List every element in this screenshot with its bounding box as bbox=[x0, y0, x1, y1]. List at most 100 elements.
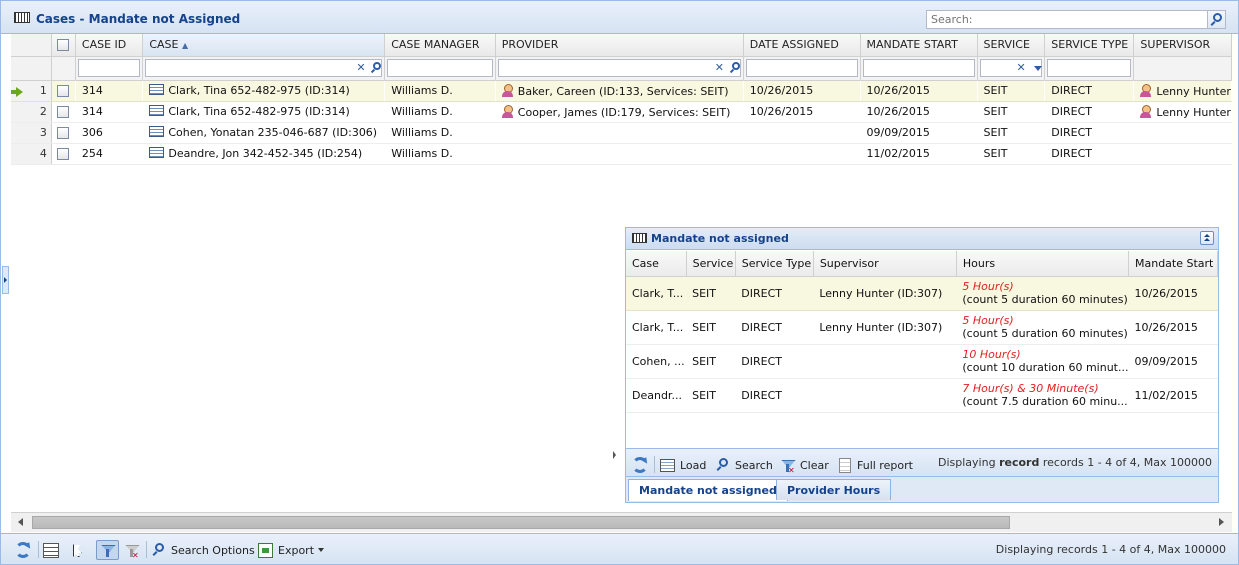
col-service[interactable]: SERVICE bbox=[977, 34, 1046, 57]
filter-supervisor-cell bbox=[1133, 56, 1232, 81]
list-item[interactable]: Deandr... SEIT DIRECT 7 Hour(s) & 30 Min… bbox=[626, 378, 1218, 413]
columns-button[interactable] bbox=[43, 540, 59, 560]
filter-service-input[interactable]: ✕ bbox=[979, 59, 1043, 77]
sub-cell-mandate-start: 10/26/2015 bbox=[1128, 310, 1218, 345]
filter-case-input[interactable]: ✕ bbox=[145, 59, 383, 77]
sub-col-service[interactable]: Service bbox=[686, 251, 736, 277]
col-case-manager[interactable]: CASE MANAGER bbox=[384, 34, 496, 57]
search-options-button[interactable]: Search Options bbox=[152, 540, 255, 560]
table-row[interactable]: 3 306 Cohen, Yonatan 235-046-687 (ID:306… bbox=[11, 122, 1232, 144]
row-select[interactable] bbox=[51, 143, 76, 165]
cell-provider[interactable]: Cooper, James (ID:179, Services: SEIT) bbox=[495, 101, 744, 123]
col-service-type[interactable]: SERVICE TYPE bbox=[1044, 34, 1135, 57]
col-supervisor[interactable]: SUPERVISOR bbox=[1133, 34, 1232, 57]
export-button[interactable]: Export bbox=[258, 540, 325, 560]
filter-date-assigned-input[interactable] bbox=[745, 59, 858, 77]
row-number: 1 bbox=[11, 80, 52, 102]
sub-cell-hours: 7 Hour(s) & 30 Minute(s) (count 7.5 durat… bbox=[956, 378, 1129, 413]
row-select[interactable] bbox=[51, 101, 76, 123]
load-button[interactable]: Load bbox=[660, 455, 706, 475]
col-mandate-start[interactable]: MANDATE START bbox=[860, 34, 978, 57]
scrollbar-thumb[interactable] bbox=[32, 516, 1010, 529]
current-row-arrow-icon bbox=[11, 86, 23, 97]
clear-button[interactable]: ✕ Clear bbox=[780, 455, 829, 475]
row-number: 3 bbox=[11, 122, 52, 144]
filter-toggle-button[interactable] bbox=[96, 540, 119, 560]
collapse-icon[interactable] bbox=[1200, 231, 1214, 245]
clear-filter-icon[interactable]: ✕ bbox=[356, 61, 365, 74]
full-report-button[interactable]: Full report bbox=[839, 455, 913, 475]
filter-provider-input[interactable]: ✕ bbox=[497, 59, 741, 77]
sub-col-hours[interactable]: Hours bbox=[956, 251, 1129, 277]
tab-mandate-not-assigned[interactable]: Mandate not assigned bbox=[628, 479, 788, 501]
scroll-right-icon[interactable] bbox=[1219, 518, 1224, 526]
subpanel-refresh-button[interactable] bbox=[632, 455, 648, 475]
row-number: 2 bbox=[11, 101, 52, 123]
west-collapse-handle[interactable] bbox=[2, 266, 9, 294]
row-checkbox[interactable] bbox=[56, 148, 69, 160]
col-provider[interactable]: PROVIDER bbox=[495, 34, 744, 57]
filter-case-manager-input[interactable] bbox=[387, 59, 493, 77]
row-select[interactable] bbox=[51, 80, 76, 102]
cell-case[interactable]: Cohen, Yonatan 235-046-687 (ID:306) bbox=[142, 122, 386, 144]
filter-search-icon[interactable] bbox=[373, 62, 382, 70]
row-select[interactable] bbox=[51, 122, 76, 144]
grid-icon bbox=[632, 233, 647, 243]
search-button[interactable] bbox=[1207, 11, 1225, 28]
filter-mandate-start-input[interactable] bbox=[862, 59, 975, 77]
cell-date-assigned: 10/26/2015 bbox=[743, 101, 861, 123]
clear-filters-button[interactable]: ✕ bbox=[124, 540, 139, 560]
row-checkbox[interactable] bbox=[56, 85, 69, 97]
select-mode-button[interactable] bbox=[69, 540, 85, 560]
list-item[interactable]: Clark, T... SEIT DIRECT Lenny Hunter (ID… bbox=[626, 310, 1218, 345]
select-all-header[interactable] bbox=[51, 34, 76, 57]
row-checkbox[interactable] bbox=[56, 127, 69, 139]
person-icon bbox=[501, 104, 513, 118]
col-case-id[interactable]: CASE ID bbox=[75, 34, 144, 57]
col-case[interactable]: CASE ▲ bbox=[142, 34, 386, 57]
filter-icon bbox=[100, 543, 115, 558]
sub-cell-service-type: DIRECT bbox=[735, 344, 814, 379]
scroll-left-icon[interactable] bbox=[18, 518, 23, 526]
filter-case-id-input[interactable] bbox=[77, 59, 141, 77]
col-date-assigned[interactable]: DATE ASSIGNED bbox=[743, 34, 861, 57]
cell-supervisor bbox=[1133, 122, 1232, 144]
list-item[interactable]: Cohen, ... SEIT DIRECT 10 Hour(s) (count … bbox=[626, 344, 1218, 379]
row-checkbox[interactable] bbox=[56, 106, 69, 118]
sub-col-service-type[interactable]: Service Type bbox=[735, 251, 814, 277]
cell-provider[interactable]: Baker, Careen (ID:133, Services: SEIT) bbox=[495, 80, 744, 102]
sub-col-mandate-start[interactable]: Mandate Start bbox=[1128, 251, 1219, 277]
filter-search-icon[interactable] bbox=[731, 62, 740, 70]
cell-case[interactable]: Clark, Tina 652-482-975 (ID:314) bbox=[142, 101, 386, 123]
search-box[interactable] bbox=[926, 10, 1226, 29]
document-icon bbox=[839, 457, 851, 473]
horizontal-scrollbar[interactable] bbox=[11, 512, 1232, 532]
refresh-icon bbox=[632, 457, 648, 473]
clear-filter-icon[interactable]: ✕ bbox=[715, 61, 724, 74]
cell-supervisor[interactable]: Lenny Hunter bbox=[1133, 80, 1232, 102]
list-item[interactable]: Clark, T... SEIT DIRECT Lenny Hunter (ID… bbox=[626, 276, 1218, 311]
cases-panel: Cases - Mandate not Assigned CASE ID CAS… bbox=[0, 0, 1239, 565]
cell-supervisor[interactable]: Lenny Hunter bbox=[1133, 101, 1232, 123]
splitter-arrow-icon[interactable] bbox=[613, 451, 616, 459]
table-row[interactable]: 1 314 Clark, Tina 652-482-975 (ID:314) W… bbox=[11, 80, 1232, 102]
filter-select bbox=[51, 56, 76, 81]
sub-col-case[interactable]: Case bbox=[626, 251, 687, 277]
cell-manager: Williams D. bbox=[384, 143, 496, 165]
cell-case[interactable]: Deandre, Jon 342-452-345 (ID:254) bbox=[142, 143, 386, 165]
refresh-button[interactable] bbox=[15, 540, 31, 560]
subpanel-splitter[interactable] bbox=[613, 227, 617, 503]
sub-cell-mandate-start: 09/09/2015 bbox=[1128, 344, 1218, 379]
search-input[interactable] bbox=[927, 11, 1205, 28]
clear-filter-icon[interactable]: ✕ bbox=[1017, 61, 1026, 74]
table-row[interactable]: 2 314 Clark, Tina 652-482-975 (ID:314) W… bbox=[11, 101, 1232, 123]
table-row[interactable]: 4 254 Deandre, Jon 342-452-345 (ID:254) … bbox=[11, 143, 1232, 165]
sub-col-supervisor[interactable]: Supervisor bbox=[813, 251, 957, 277]
tab-provider-hours[interactable]: Provider Hours bbox=[776, 479, 892, 500]
chevron-down-icon[interactable] bbox=[1033, 66, 1042, 71]
subpanel-search-button[interactable]: Search bbox=[716, 455, 773, 475]
filter-service-type-input[interactable] bbox=[1047, 59, 1132, 77]
cell-case[interactable]: Clark, Tina 652-482-975 (ID:314) bbox=[142, 80, 386, 102]
select-all-checkbox[interactable] bbox=[56, 39, 69, 52]
panel-header: Cases - Mandate not Assigned bbox=[1, 1, 1238, 34]
